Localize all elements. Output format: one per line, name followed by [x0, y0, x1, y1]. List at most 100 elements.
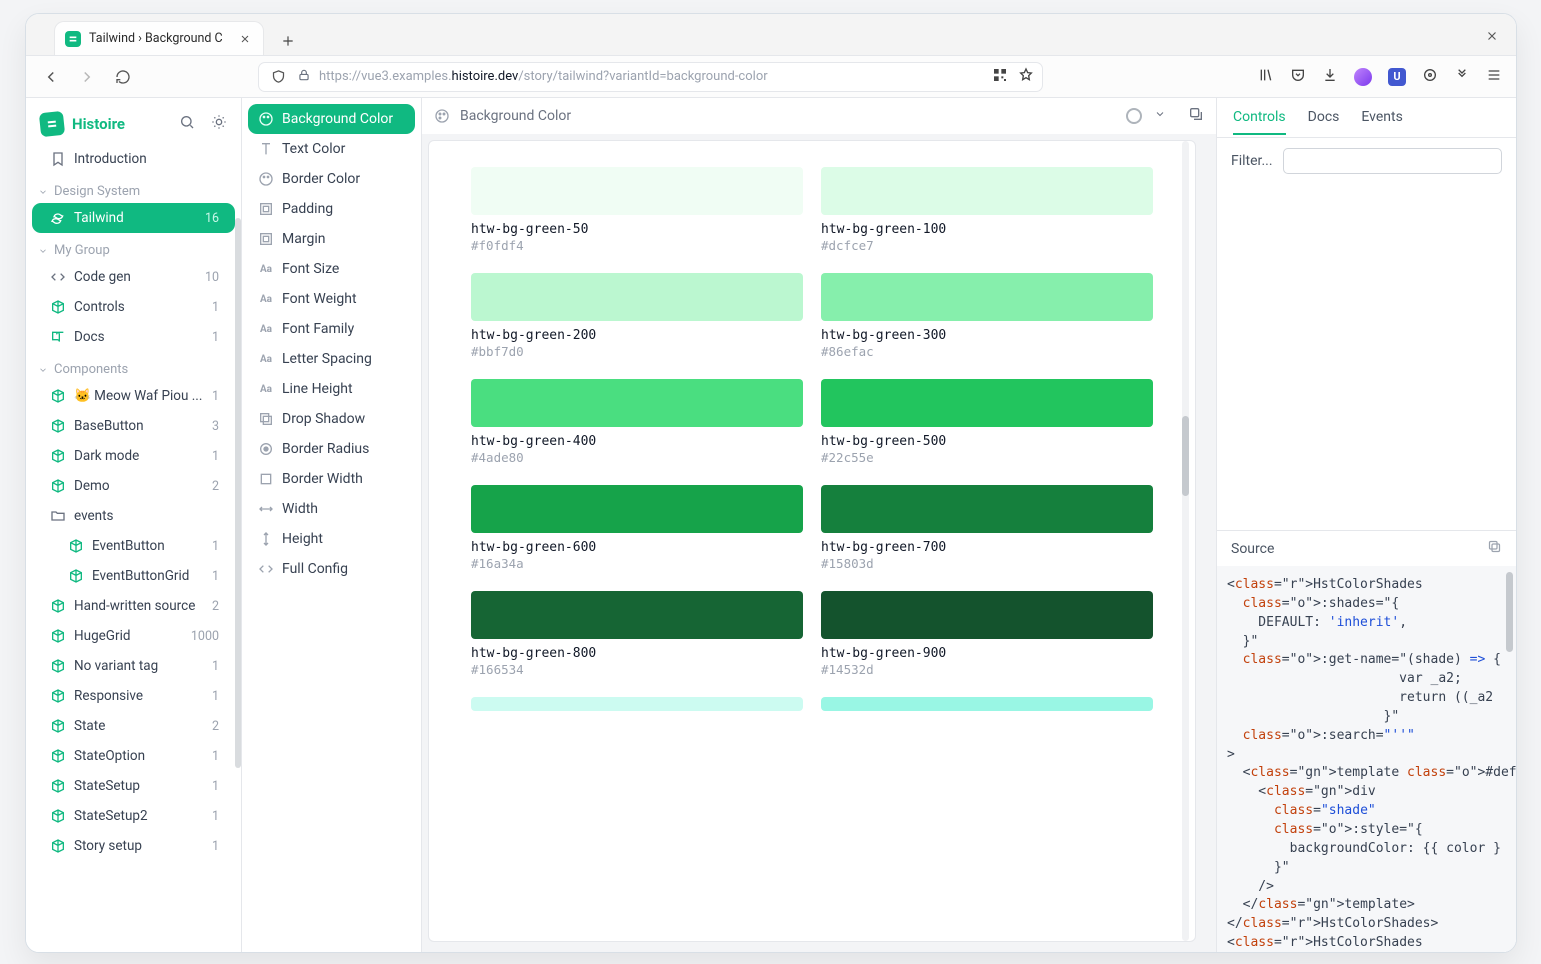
- chevron-down-icon[interactable]: [1154, 108, 1166, 124]
- source-code[interactable]: <class="r">HstColorShades class="o">:sha…: [1217, 566, 1516, 952]
- sidebar-item[interactable]: 🐱 Meow Waf Piou ...1: [32, 381, 235, 411]
- color-swatch[interactable]: htw-bg-green-800#166534: [471, 591, 803, 677]
- variant-icon: [258, 501, 274, 517]
- color-swatch[interactable]: htw-bg-green-50#f0fdf4: [471, 167, 803, 253]
- copy-source-icon[interactable]: [1487, 539, 1502, 558]
- sidebar-item[interactable]: Responsive1: [32, 681, 235, 711]
- sidebar-item[interactable]: Code gen10: [32, 262, 235, 292]
- tab-close-icon[interactable]: [237, 31, 253, 47]
- theme-toggle-icon[interactable]: [211, 114, 227, 134]
- url-input[interactable]: https://vue3.examples.histoire.dev/story…: [258, 62, 1043, 92]
- sidebar-item-label: Docs: [74, 329, 105, 345]
- devtools-icon[interactable]: [1422, 67, 1438, 87]
- sidebar-item[interactable]: StateSetup21: [32, 801, 235, 831]
- sidebar-item[interactable]: Hand-written source2: [32, 591, 235, 621]
- variant-item[interactable]: Border Width: [248, 464, 415, 494]
- variant-item[interactable]: AaFont Weight: [248, 284, 415, 314]
- sidebar-item[interactable]: Dark mode1: [32, 441, 235, 471]
- variant-item[interactable]: Height: [248, 524, 415, 554]
- swatch-hex: #16a34a: [471, 556, 803, 571]
- palette-icon: [434, 108, 450, 124]
- color-swatch[interactable]: htw-bg-green-500#22c55e: [821, 379, 1153, 465]
- variant-icon: [258, 141, 274, 157]
- new-tab-button[interactable]: [274, 27, 302, 55]
- sidebar-item[interactable]: State2: [32, 711, 235, 741]
- variant-item[interactable]: AaFont Size: [248, 254, 415, 284]
- sidebar-item[interactable]: StateOption1: [32, 741, 235, 771]
- download-icon[interactable]: [1322, 67, 1338, 87]
- sidebar-item[interactable]: No variant tag1: [32, 651, 235, 681]
- sidebar-item[interactable]: Docs 1: [32, 322, 235, 352]
- variant-item[interactable]: AaLine Height: [248, 374, 415, 404]
- variant-item[interactable]: Full Config: [248, 554, 415, 584]
- sidebar-group-design[interactable]: Design System: [26, 174, 241, 203]
- brand-logo[interactable]: Histoire: [40, 112, 125, 136]
- sidebar-item-introduction[interactable]: Introduction: [32, 144, 235, 174]
- overflow-icon[interactable]: [1454, 67, 1470, 87]
- tab-events[interactable]: Events: [1361, 101, 1402, 135]
- variant-item[interactable]: Padding: [248, 194, 415, 224]
- brand-name: Histoire: [72, 115, 125, 133]
- color-swatch[interactable]: htw-bg-green-900#14532d: [821, 591, 1153, 677]
- color-swatch[interactable]: [821, 697, 1153, 711]
- variant-item[interactable]: AaFont Family: [248, 314, 415, 344]
- variant-item[interactable]: Margin: [248, 224, 415, 254]
- sidebar-item[interactable]: HugeGrid1000: [32, 621, 235, 651]
- sidebar-item[interactable]: Tailwind16: [32, 203, 235, 233]
- variant-item[interactable]: Drop Shadow: [248, 404, 415, 434]
- sidebar-group-mygroup[interactable]: My Group: [26, 233, 241, 262]
- sidebar-item-label: 🐱 Meow Waf Piou ...: [74, 388, 202, 404]
- sidebar-item[interactable]: Story setup1: [32, 831, 235, 861]
- sidebar-item[interactable]: BaseButton3: [32, 411, 235, 441]
- sidebar-item-count: 1: [212, 749, 223, 764]
- variant-item[interactable]: Background Color: [248, 104, 415, 134]
- sidebar-group-components[interactable]: Components: [26, 352, 241, 381]
- variant-item[interactable]: AaLetter Spacing: [248, 344, 415, 374]
- tab-controls[interactable]: Controls: [1233, 101, 1286, 135]
- sidebar-item[interactable]: EventButton1: [32, 531, 235, 561]
- bookmark-star-icon[interactable]: [1018, 67, 1034, 87]
- sidebar-item[interactable]: Demo2: [32, 471, 235, 501]
- lock-icon[interactable]: [297, 68, 311, 86]
- color-swatch[interactable]: htw-bg-green-200#bbf7d0: [471, 273, 803, 359]
- variant-item[interactable]: Border Color: [248, 164, 415, 194]
- color-swatch[interactable]: htw-bg-green-100#dcfce7: [821, 167, 1153, 253]
- variant-item[interactable]: Width: [248, 494, 415, 524]
- nav-back-icon[interactable]: [40, 66, 62, 88]
- color-swatch[interactable]: htw-bg-green-600#16a34a: [471, 485, 803, 571]
- shield-icon[interactable]: [267, 66, 289, 88]
- hamburger-icon[interactable]: [1486, 67, 1502, 87]
- color-swatch[interactable]: htw-bg-green-300#86efac: [821, 273, 1153, 359]
- window-close-icon[interactable]: [1482, 26, 1502, 46]
- color-swatch[interactable]: htw-bg-green-700#15803d: [821, 485, 1153, 571]
- filter-input[interactable]: [1283, 148, 1502, 174]
- browser-tab[interactable]: Tailwind › Background C: [54, 21, 264, 55]
- color-swatch[interactable]: [471, 697, 803, 711]
- library-icon[interactable]: [1258, 67, 1274, 87]
- item-icon: [68, 568, 84, 584]
- background-toggle[interactable]: [1126, 108, 1142, 124]
- sidebar-item[interactable]: Controls1: [32, 292, 235, 322]
- tab-docs[interactable]: Docs: [1308, 101, 1340, 135]
- sidebar-item-label: Code gen: [74, 269, 131, 285]
- sidebar-item[interactable]: events: [32, 501, 235, 531]
- sidebar-item[interactable]: StateSetup1: [32, 771, 235, 801]
- sidebar-item-count: 1: [212, 539, 223, 554]
- sidebar-item-count: 1: [212, 330, 223, 345]
- qr-icon[interactable]: [992, 67, 1008, 87]
- variant-item[interactable]: Text Color: [248, 134, 415, 164]
- variant-item[interactable]: Border Radius: [248, 434, 415, 464]
- profile-avatar[interactable]: [1354, 68, 1372, 86]
- story-preview[interactable]: htw-bg-green-50#f0fdf4htw-bg-green-100#d…: [428, 140, 1196, 942]
- search-icon[interactable]: [179, 114, 195, 134]
- color-swatch[interactable]: htw-bg-green-400#4ade80: [471, 379, 803, 465]
- ublock-icon[interactable]: U: [1388, 68, 1406, 86]
- item-icon: [50, 478, 66, 494]
- pocket-icon[interactable]: [1290, 67, 1306, 87]
- open-new-window-icon[interactable]: [1188, 106, 1204, 126]
- nav-reload-icon[interactable]: [112, 66, 134, 88]
- variant-icon: Aa: [258, 351, 274, 367]
- sidebar-item[interactable]: EventButtonGrid1: [32, 561, 235, 591]
- sidebar-item-count: 2: [212, 599, 223, 614]
- swatch-name: htw-bg-green-200: [471, 328, 803, 343]
